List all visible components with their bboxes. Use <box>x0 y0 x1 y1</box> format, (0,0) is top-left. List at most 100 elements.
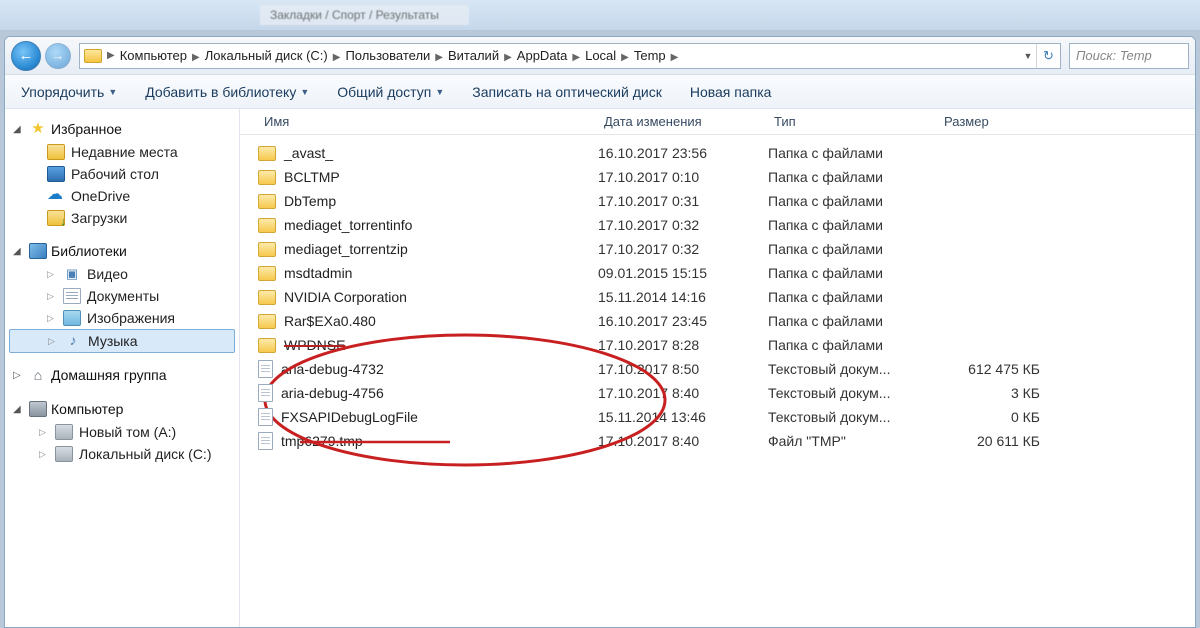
caret-right-icon: ▷ <box>47 291 57 302</box>
file-name: msdtadmin <box>284 265 352 281</box>
breadcrumb-segment[interactable]: Виталий <box>444 48 503 63</box>
file-size: 3 КБ <box>938 385 1068 401</box>
breadcrumb-segment[interactable]: Локальный диск (C:) <box>201 48 332 63</box>
file-date: 16.10.2017 23:45 <box>598 313 768 329</box>
computer-icon <box>29 401 47 417</box>
file-date: 17.10.2017 8:40 <box>598 433 768 449</box>
add-to-library-menu[interactable]: Добавить в библиотеку▼ <box>145 84 309 100</box>
file-row[interactable]: Rar$EXa0.48016.10.2017 23:45Папка с файл… <box>258 309 1195 333</box>
file-row[interactable]: tmp6279.tmp17.10.2017 8:40Файл "TMP"20 6… <box>258 429 1195 453</box>
file-row[interactable]: _avast_16.10.2017 23:56Папка с файлами <box>258 141 1195 165</box>
caret-right-icon: ▷ <box>13 370 25 381</box>
downloads-icon <box>47 210 65 226</box>
sidebar-item-desktop[interactable]: Рабочий стол <box>5 163 239 185</box>
file-name: WPDNSE <box>284 337 345 353</box>
file-row[interactable]: FXSAPIDebugLogFile15.11.2014 13:46Тексто… <box>258 405 1195 429</box>
file-row[interactable]: WPDNSE17.10.2017 8:28Папка с файлами <box>258 333 1195 357</box>
chevron-right-icon[interactable]: ▶ <box>434 52 444 63</box>
column-header-type[interactable]: Тип <box>768 114 938 129</box>
file-name: _avast_ <box>284 145 333 161</box>
os-titlebar: Закладки / Спорт / Результаты <box>0 0 1200 30</box>
file-size: 0 КБ <box>938 409 1068 425</box>
file-type: Папка с файлами <box>768 337 938 353</box>
background-tab: Закладки / Спорт / Результаты <box>260 5 469 25</box>
chevron-right-icon[interactable]: ▶ <box>503 52 513 63</box>
sidebar-item-video[interactable]: ▷▣Видео <box>5 263 239 285</box>
file-name: FXSAPIDebugLogFile <box>281 409 418 425</box>
column-headers: Имя Дата изменения Тип Размер <box>240 109 1195 135</box>
homegroup-group[interactable]: ▷⌂Домашняя группа <box>5 363 239 387</box>
sidebar-item-music[interactable]: ▷♪Музыка <box>9 329 235 353</box>
file-row[interactable]: aria-debug-475617.10.2017 8:40Текстовый … <box>258 381 1195 405</box>
address-dropdown-icon[interactable]: ▼ <box>1020 51 1036 61</box>
search-input[interactable]: Поиск: Temp <box>1069 43 1189 69</box>
file-name: Rar$EXa0.480 <box>284 313 376 329</box>
computer-group[interactable]: ◢Компьютер <box>5 397 239 421</box>
file-row[interactable]: NVIDIA Corporation15.11.2014 14:16Папка … <box>258 285 1195 309</box>
file-icon <box>258 432 273 450</box>
folder-icon <box>258 314 276 329</box>
sidebar-item-pictures[interactable]: ▷Изображения <box>5 307 239 329</box>
file-size: 20 611 КБ <box>938 433 1068 449</box>
caret-down-icon: ◢ <box>13 404 25 415</box>
explorer-window: ← → ▶ Компьютер▶Локальный диск (C:)▶Поль… <box>4 36 1196 628</box>
new-folder-button[interactable]: Новая папка <box>690 84 772 100</box>
file-row[interactable]: mediaget_torrentinfo17.10.2017 0:32Папка… <box>258 213 1195 237</box>
refresh-button[interactable]: ↻ <box>1036 44 1060 68</box>
file-row[interactable]: mediaget_torrentzip17.10.2017 0:32Папка … <box>258 237 1195 261</box>
breadcrumb-segment[interactable]: AppData <box>513 48 572 63</box>
file-row[interactable]: BCLTMP17.10.2017 0:10Папка с файлами <box>258 165 1195 189</box>
libraries-icon <box>29 243 47 259</box>
chevron-right-icon[interactable]: ▶ <box>106 50 116 61</box>
sidebar-item-drive-c[interactable]: ▷Локальный диск (C:) <box>5 443 239 465</box>
sidebar-item-recent[interactable]: Недавние места <box>5 141 239 163</box>
caret-right-icon: ▷ <box>39 449 49 460</box>
breadcrumb-segment[interactable]: Local <box>581 48 620 63</box>
navigation-pane: ◢★Избранное Недавние места Рабочий стол … <box>5 109 240 627</box>
search-placeholder: Поиск: Temp <box>1076 48 1152 63</box>
sidebar-item-downloads[interactable]: Загрузки <box>5 207 239 229</box>
organize-menu[interactable]: Упорядочить▼ <box>21 84 117 100</box>
breadcrumb-segment[interactable]: Пользователи <box>341 48 434 63</box>
libraries-group[interactable]: ◢Библиотеки <box>5 239 239 263</box>
chevron-down-icon: ▼ <box>435 87 444 97</box>
chevron-right-icon[interactable]: ▶ <box>620 52 630 63</box>
breadcrumb-segment[interactable]: Компьютер <box>116 48 191 63</box>
file-date: 17.10.2017 8:50 <box>598 361 768 377</box>
sidebar-item-onedrive[interactable]: ☁OneDrive <box>5 185 239 207</box>
caret-right-icon: ▷ <box>39 427 49 438</box>
column-header-date[interactable]: Дата изменения <box>598 114 768 129</box>
file-name: DbTemp <box>284 193 336 209</box>
toolbar: Упорядочить▼ Добавить в библиотеку▼ Общи… <box>5 75 1195 109</box>
favorites-group[interactable]: ◢★Избранное <box>5 117 239 141</box>
breadcrumb-segment[interactable]: Temp <box>630 48 670 63</box>
file-type: Папка с файлами <box>768 241 938 257</box>
file-row[interactable]: msdtadmin09.01.2015 15:15Папка с файлами <box>258 261 1195 285</box>
chevron-down-icon: ▼ <box>108 87 117 97</box>
file-icon <box>258 408 273 426</box>
caret-right-icon: ▷ <box>47 269 57 280</box>
back-button[interactable]: ← <box>11 41 41 71</box>
caret-down-icon: ◢ <box>13 124 25 135</box>
file-type: Папка с файлами <box>768 289 938 305</box>
share-menu[interactable]: Общий доступ▼ <box>337 84 444 100</box>
file-row[interactable]: DbTemp17.10.2017 0:31Папка с файлами <box>258 189 1195 213</box>
folder-icon <box>258 290 276 305</box>
file-name: tmp6279.tmp <box>281 433 363 449</box>
burn-button[interactable]: Записать на оптический диск <box>472 84 662 100</box>
file-row[interactable]: aria-debug-473217.10.2017 8:50Текстовый … <box>258 357 1195 381</box>
refresh-icon: ↻ <box>1043 48 1054 64</box>
sidebar-item-drive-a[interactable]: ▷Новый том (A:) <box>5 421 239 443</box>
chevron-right-icon[interactable]: ▶ <box>670 52 680 63</box>
column-header-name[interactable]: Имя <box>258 114 598 129</box>
file-date: 15.11.2014 13:46 <box>598 409 768 425</box>
chevron-right-icon[interactable]: ▶ <box>332 52 342 63</box>
address-bar[interactable]: ▶ Компьютер▶Локальный диск (C:)▶Пользова… <box>79 43 1061 69</box>
sidebar-item-documents[interactable]: ▷Документы <box>5 285 239 307</box>
column-header-size[interactable]: Размер <box>938 114 1068 129</box>
desktop-icon <box>47 166 65 182</box>
navigation-bar: ← → ▶ Компьютер▶Локальный диск (C:)▶Поль… <box>5 37 1195 75</box>
forward-button[interactable]: → <box>45 43 71 69</box>
chevron-right-icon[interactable]: ▶ <box>191 52 201 63</box>
chevron-right-icon[interactable]: ▶ <box>571 52 581 63</box>
